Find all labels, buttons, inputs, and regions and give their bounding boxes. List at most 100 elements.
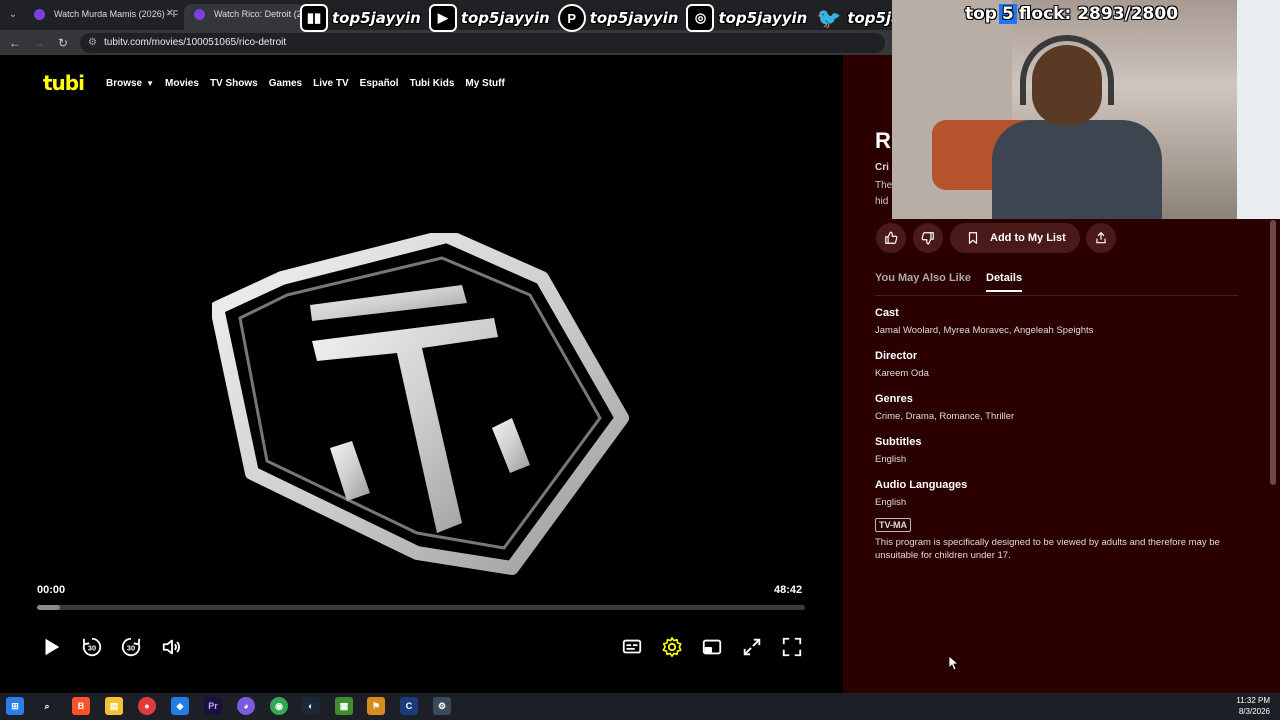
expand-button[interactable] <box>740 635 764 659</box>
movie-meta: Cri <box>875 162 889 173</box>
browser-tab-label: Watch Murda Mamis (2026) - F <box>54 9 179 19</box>
tab-details[interactable]: Details <box>986 272 1023 292</box>
social-twitch: ▮▮ top5jayyin <box>300 4 421 32</box>
skip-forward-label: 30 <box>127 644 135 653</box>
flock-counter: top 5 flock: 2893/2800 <box>965 4 1179 24</box>
cast-value: Jamal Woolard, Myrea Moravec, Angeleah S… <box>875 325 1094 336</box>
current-time: 00:00 <box>37 584 66 596</box>
settings-button[interactable] <box>660 635 684 659</box>
cast-label: Cast <box>875 307 899 319</box>
minecraft-icon[interactable]: ▦ <box>335 697 353 715</box>
browser-tab-murda-mamis[interactable]: Watch Murda Mamis (2026) - F ✕ <box>24 4 182 30</box>
play-button[interactable] <box>39 635 63 659</box>
movie-description-line: hid <box>875 196 889 207</box>
nav-movies[interactable]: Movies <box>165 78 199 89</box>
tab-search-chevron-icon[interactable]: ⌄ <box>4 6 22 24</box>
settings-gear-icon[interactable]: ⚙ <box>433 697 451 715</box>
page-scrollbar[interactable] <box>1270 220 1276 485</box>
browser-tab-label: Watch Rico: Detroit (2025) <box>214 9 304 19</box>
obs-icon[interactable]: ● <box>138 697 156 715</box>
nav-games[interactable]: Games <box>269 78 302 89</box>
add-to-my-list-button[interactable]: Add to My List <box>950 223 1080 253</box>
skip-forward-button[interactable]: 30 <box>119 635 143 659</box>
social-youtube: ▶ top5jayyin <box>428 4 550 32</box>
forward-arrow-icon[interactable]: → <box>30 34 48 52</box>
total-duration: 48:42 <box>774 584 803 596</box>
app-icon[interactable]: ◆ <box>171 697 189 715</box>
volume-icon <box>162 639 180 655</box>
url-field[interactable]: ⚙ tubitv.com/movies/100051065/rico-detro… <box>80 33 885 53</box>
genres-value: Crime, Drama, Romance, Thriller <box>875 411 1015 422</box>
fullscreen-button[interactable] <box>780 635 804 659</box>
expand-diagonal-icon <box>743 638 761 656</box>
twitch-icon: ▮▮ <box>300 4 328 32</box>
webcam-headset <box>1020 35 1114 105</box>
url-text: tubitv.com/movies/100051065/rico-detroit <box>104 37 287 48</box>
caret-down-icon: ▼ <box>146 78 155 88</box>
reload-icon[interactable]: ↻ <box>54 34 72 52</box>
video-frame-logo <box>212 233 629 575</box>
captions-icon <box>622 639 642 654</box>
back-arrow-icon[interactable]: ← <box>6 34 24 52</box>
mouse-cursor-icon <box>949 656 959 670</box>
social-handles-overlay: ▮▮ top5jayyin ▶ top5jayyin Ptop5jayyin ◎ to… <box>300 0 942 36</box>
discord-icon[interactable]: ◕ <box>237 697 255 715</box>
gear-icon <box>662 637 682 657</box>
app-icon[interactable]: C <box>400 697 418 715</box>
genres-label: Genres <box>875 393 913 405</box>
nav-tv-shows[interactable]: TV Shows <box>210 78 258 89</box>
skip-back-label: 30 <box>88 644 96 653</box>
taskbar-clock[interactable]: 11:32 PM 8/3/2026 <box>1236 695 1270 717</box>
share-button[interactable] <box>1086 223 1116 253</box>
app-icon[interactable]: ⚑ <box>367 697 385 715</box>
skip-back-button[interactable]: 30 <box>80 635 104 659</box>
windows-start-icon[interactable]: ⊞ <box>6 697 24 715</box>
nav-espanol[interactable]: Español <box>360 78 399 89</box>
social-handle: top5jayyin <box>589 9 679 27</box>
site-info-icon[interactable]: ⚙ <box>88 33 97 53</box>
premiere-pro-icon[interactable]: Pr <box>204 697 222 715</box>
steam-icon[interactable]: ◐ <box>302 697 320 715</box>
play-icon <box>45 638 60 656</box>
nav-browse[interactable]: Browse ▼ <box>106 78 154 89</box>
social-handle: top5jayyin <box>460 9 550 27</box>
tubi-favicon-icon <box>194 9 205 20</box>
like-button[interactable] <box>876 223 906 253</box>
add-to-my-list-label: Add to My List <box>990 232 1066 244</box>
director-value: Kareem Oda <box>875 368 929 379</box>
nav-tubi-kids[interactable]: Tubi Kids <box>410 78 455 89</box>
social-handle: top5jayyin <box>332 9 421 27</box>
social-patreon: Ptop5jayyin <box>557 4 679 32</box>
captions-button[interactable] <box>620 635 644 659</box>
tubi-logo[interactable]: tubi <box>43 71 85 95</box>
rewind-30-icon: 30 <box>82 637 102 657</box>
webcam-window <box>1237 0 1280 219</box>
volume-button[interactable] <box>160 635 184 659</box>
top-nav: tubi Browse ▼ Movies TV Shows Games Live … <box>43 71 516 95</box>
picture-in-picture-button[interactable] <box>700 635 724 659</box>
search-icon[interactable]: ⌕ <box>38 697 56 715</box>
rating-badge: TV-MA <box>875 518 911 532</box>
share-icon <box>1096 231 1106 244</box>
file-explorer-icon[interactable]: ▤ <box>105 697 123 715</box>
tubi-favicon-icon <box>34 9 45 20</box>
patreon-icon: P <box>557 4 586 32</box>
webcam-streamer-shirt <box>992 120 1162 219</box>
dislike-button[interactable] <box>913 223 943 253</box>
brave-icon[interactable]: B <box>72 697 90 715</box>
chrome-icon[interactable]: ◉ <box>270 697 288 715</box>
audio-languages-value: English <box>875 497 907 508</box>
webcam-feed <box>892 0 1280 219</box>
nav-my-stuff[interactable]: My Stuff <box>465 78 504 89</box>
progress-bar[interactable] <box>37 605 805 610</box>
subtitles-label: Subtitles <box>875 436 922 448</box>
nav-live-tv[interactable]: Live TV <box>313 78 349 89</box>
social-instagram: ◎ top5jayyin <box>686 4 807 32</box>
close-tab-icon[interactable]: ✕ <box>166 4 174 24</box>
forward-30-icon: 30 <box>121 637 141 657</box>
browser-tab-rico-detroit[interactable]: Watch Rico: Detroit (2025) <box>184 4 304 30</box>
tab-you-may-also-like[interactable]: You May Also Like <box>875 272 971 290</box>
windows-taskbar: ⊞ ⌕ B ▤ ● ◆ Pr ◕ ◉ ◐ ▦ ⚑ C ⚙ 11:32 PM 8/… <box>0 693 1280 720</box>
clock-date: 8/3/2026 <box>1238 707 1270 716</box>
fullscreen-icon <box>782 637 802 657</box>
